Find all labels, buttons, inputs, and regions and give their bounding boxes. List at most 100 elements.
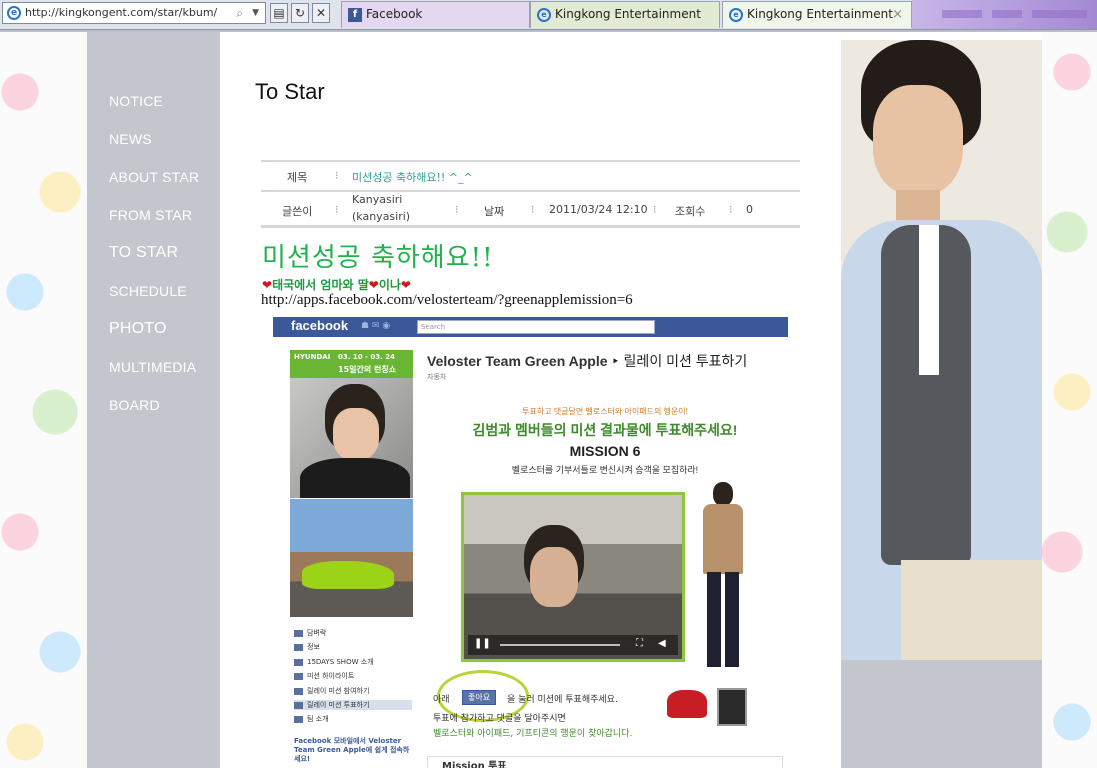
author-name: Kanyasiri: [352, 193, 403, 206]
post-link[interactable]: http://apps.facebook.com/velosterteam/?g…: [261, 292, 633, 309]
chevron-down-icon[interactable]: ▼: [252, 3, 259, 23]
subline-text-2: 이나: [378, 278, 401, 292]
post-date: 2011/03/24 12:10: [549, 203, 648, 216]
tab-label: Facebook: [366, 7, 423, 21]
menu-item-relay-vote: 릴레이 미션 투표하기: [294, 700, 412, 710]
veloster-car-photo: [290, 499, 413, 617]
mission-vote-header: Mission 투표: [427, 756, 783, 768]
banner-date: 03. 10 - 03. 24: [338, 353, 395, 361]
mission-line2: 김범과 멤버들의 미션 결과물에 투표해주세요!: [472, 422, 738, 438]
separator: ⁝: [531, 203, 535, 216]
separator: ⁝: [335, 203, 339, 216]
car-prize-image: [667, 690, 707, 718]
facebook-screenshot-image: facebook ☗ ✉ ◉ Search HYUNDAI 03. 10 - 0…: [273, 317, 788, 768]
sidebar-right-fill: [841, 660, 1042, 768]
subject-label: 제목: [287, 171, 308, 184]
mission-line4: 벨로스터를 기부서틀로 변신시켜 승객을 모집하라!: [511, 465, 699, 475]
sidebar-item-notice[interactable]: NOTICE: [109, 93, 163, 109]
background-pattern-right: [1042, 32, 1097, 768]
hyundai-logo: HYUNDAI: [294, 353, 331, 361]
mission-poster: 투표하고 댓글달면 벨로스터와 아이패드의 행운이! 김범과 멤버들의 미션 결…: [427, 390, 783, 768]
vote-instruction-pre: 아래: [433, 695, 450, 705]
heart-icon: ❤: [400, 278, 411, 292]
menu-item-15days: 15DAYS SHOW 소개: [294, 657, 374, 667]
browser-toolbar: e http://kingkongent.com/star/kbum/ ⌕ ▼ …: [0, 0, 1097, 30]
refresh-button[interactable]: ↻: [291, 3, 309, 23]
vote-instruction-post: 을 눌러 미션에 투표해주세요.: [507, 695, 618, 705]
background-pattern-left: [0, 32, 87, 768]
pause-icon: ❚❚: [474, 638, 491, 649]
facebook-search-input: Search: [417, 320, 655, 334]
heart-icon: ❤: [262, 278, 273, 292]
date-label: 날짜: [484, 205, 505, 218]
compat-view-button[interactable]: ▤: [270, 3, 288, 23]
sidebar: NOTICE NEWS ABOUT STAR FROM STAR TO STAR…: [87, 32, 220, 768]
post-subject: 미션성공 축하해요!! ^_^: [352, 171, 473, 184]
facebook-page-category: 자동차: [427, 373, 447, 381]
sidebar-item-news[interactable]: NEWS: [109, 131, 152, 147]
menu-item-team: 팀 소개: [294, 714, 329, 724]
notification-icons: ☗ ✉ ◉: [361, 321, 391, 331]
views-count: 0: [746, 203, 753, 216]
menu-item-relay-join: 릴레이 미션 참여하기: [294, 686, 369, 696]
main-content: To Star 제목 ⁝ 미션성공 축하해요!! ^_^ 글쓴이 ⁝ Kanya…: [220, 38, 841, 768]
separator: ⁝: [455, 203, 459, 216]
views-label: 조회수: [675, 205, 706, 218]
mission-video: ❚❚ ⛶ ◀: [461, 492, 685, 662]
new-tab-area[interactable]: [912, 0, 1097, 29]
mission-line6: 투표에 참가하고 댓글을 달아주시면: [433, 714, 566, 724]
star-photo: [841, 40, 1042, 660]
model-figure: [695, 482, 753, 677]
tab-facebook[interactable]: f Facebook: [341, 1, 530, 28]
stop-button[interactable]: ✕: [312, 3, 330, 23]
hyundai-banner: HYUNDAI 03. 10 - 03. 24 15일간의 런칭쇼: [290, 350, 413, 378]
ie-icon: e: [7, 6, 21, 20]
post-info-table: 제목 ⁝ 미션성공 축하해요!! ^_^ 글쓴이 ⁝ Kanyasiri (ka…: [261, 160, 800, 228]
author-label: 글쓴이: [282, 205, 313, 218]
menu-item-highlight: 미션 하이라이트: [294, 671, 354, 681]
post-subline: ❤태국에서 엄마와 딸❤이나❤: [262, 276, 411, 293]
facebook-header: facebook ☗ ✉ ◉ Search: [273, 317, 788, 337]
address-bar[interactable]: e http://kingkongent.com/star/kbum/ ⌕ ▼: [2, 2, 266, 24]
separator: ⁝: [335, 169, 339, 182]
ie-icon: e: [537, 8, 551, 22]
tab-kingkong-active[interactable]: e Kingkong Entertainment ×: [722, 1, 912, 28]
page-title: To Star: [255, 79, 325, 104]
author-id: (kanyasiri): [352, 210, 411, 223]
menu-item-wall: 담벼락: [294, 628, 326, 638]
subject-row: 제목 ⁝ 미션성공 축하해요!! ^_^: [261, 160, 800, 190]
facebook-page-title: Veloster Team Green Apple ‣ 릴레이 미션 투표하기: [427, 353, 748, 369]
subline-text-1: 태국에서 엄마와 딸: [272, 278, 369, 292]
sidebar-item-board[interactable]: BOARD: [109, 397, 160, 413]
separator: ⁝: [729, 203, 733, 216]
sidebar-item-about-star[interactable]: ABOUT STAR: [109, 169, 199, 185]
ie-icon: e: [729, 8, 743, 22]
meta-row: 글쓴이 ⁝ Kanyasiri (kanyasiri) ⁝ 날짜 ⁝ 2011/…: [261, 190, 800, 228]
sidebar-item-to-star[interactable]: TO STAR: [109, 244, 178, 262]
sidebar-item-schedule[interactable]: SCHEDULE: [109, 283, 187, 299]
tab-label: Kingkong Entertainment: [555, 7, 701, 21]
close-icon[interactable]: ×: [892, 2, 903, 27]
ipad-prize-image: [717, 688, 747, 726]
tab-kingkong-1[interactable]: e Kingkong Entertainment: [530, 1, 720, 28]
menu-item-info: 정보: [294, 642, 320, 652]
mobile-promo-text: Facebook 모바일에서 Veloster Team Green Apple…: [294, 737, 410, 763]
mission-line1: 투표하고 댓글달면 벨로스터와 아이패드의 행운이!: [522, 407, 688, 416]
sidebar-item-photo[interactable]: PHOTO: [109, 320, 167, 338]
banner-text: 15일간의 런칭쇼: [338, 365, 397, 374]
like-button-image: 좋아요: [462, 690, 497, 705]
facebook-left-column: HYUNDAI 03. 10 - 03. 24 15일간의 런칭쇼 담벼락 정보…: [290, 350, 413, 768]
mission-number: MISSION 6: [569, 443, 641, 459]
sidebar-item-multimedia[interactable]: MULTIMEDIA: [109, 359, 196, 375]
sidebar-item-from-star[interactable]: FROM STAR: [109, 207, 192, 223]
facebook-logo: facebook: [291, 318, 349, 333]
separator: ⁝: [653, 203, 657, 216]
address-text: http://kingkongent.com/star/kbum/: [25, 6, 218, 19]
fullscreen-icon: ⛶: [636, 638, 643, 649]
mission-line7: 벨로스터와 아이패드, 기프티콘의 행운이 찾아갑니다.: [433, 729, 633, 739]
tab-label: Kingkong Entertainment: [747, 7, 893, 21]
heart-icon: ❤: [368, 278, 379, 292]
video-controls: ❚❚ ⛶ ◀: [468, 635, 678, 655]
search-icon[interactable]: ⌕: [236, 3, 243, 23]
volume-icon: ◀: [658, 638, 666, 649]
